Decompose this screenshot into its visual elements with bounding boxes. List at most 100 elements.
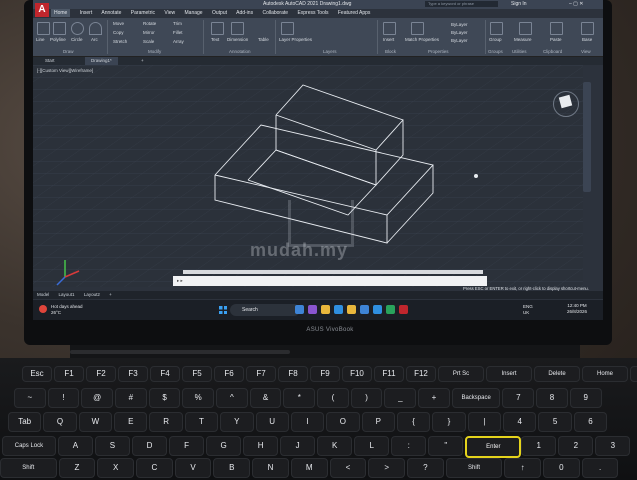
key-f5[interactable]: F5 — [182, 366, 212, 382]
key-home[interactable]: Home — [582, 366, 628, 382]
lineweight-select[interactable]: ByLayer — [451, 38, 468, 43]
key-3[interactable]: 3 — [595, 436, 631, 456]
utilities-group-label[interactable]: Utilities — [512, 49, 527, 54]
key-u[interactable]: U — [255, 412, 289, 432]
layer-properties-icon[interactable] — [281, 22, 294, 35]
key-symbol[interactable]: @ — [81, 388, 114, 408]
key-z[interactable]: Z — [58, 458, 96, 478]
key-shift[interactable]: Shift — [0, 458, 57, 478]
key-s[interactable]: S — [94, 436, 130, 456]
key-y[interactable]: Y — [220, 412, 254, 432]
key-f7[interactable]: F7 — [246, 366, 276, 382]
add-layout-button[interactable]: + — [109, 292, 112, 297]
store-icon[interactable] — [360, 305, 369, 314]
task-view-icon[interactable] — [295, 305, 304, 314]
key-symbol[interactable]: : — [391, 436, 427, 456]
modify-group-label[interactable]: Modify — [148, 49, 161, 54]
tab-featured-apps[interactable]: Featured Apps — [338, 10, 371, 16]
key-q[interactable]: Q — [43, 412, 77, 432]
key-end[interactable]: End — [630, 366, 637, 382]
insert-tool-label[interactable]: Insert — [383, 37, 394, 42]
scale-tool[interactable]: Scale — [143, 39, 154, 44]
tab-parametric[interactable]: Parametric — [131, 10, 155, 16]
key-symbol[interactable]: & — [249, 388, 282, 408]
key-tab[interactable]: Tab — [8, 412, 42, 432]
key-w[interactable]: W — [78, 412, 113, 432]
key-f8[interactable]: F8 — [278, 366, 308, 382]
taskbar-search[interactable]: Search — [230, 304, 300, 316]
tab-express-tools[interactable]: Express Tools — [297, 10, 328, 16]
key-d[interactable]: D — [132, 436, 168, 456]
key-delete[interactable]: Delete — [534, 366, 580, 382]
key-f11[interactable]: F11 — [374, 366, 404, 382]
line-icon[interactable] — [37, 22, 50, 35]
key-f[interactable]: F — [169, 436, 205, 456]
match-properties-label[interactable]: Match Properties — [405, 37, 439, 42]
key-symbol[interactable]: # — [115, 388, 147, 408]
rotate-tool[interactable]: Rotate — [143, 21, 156, 26]
tab-home[interactable]: Home — [51, 9, 71, 17]
navigation-bar[interactable] — [583, 82, 591, 192]
new-tab-button[interactable]: + — [135, 57, 150, 65]
key-symbol[interactable]: ~ — [14, 388, 46, 408]
linetype-select[interactable]: ByLayer — [451, 30, 468, 35]
clipboard-group-label[interactable]: Clipboard — [543, 49, 562, 54]
base-view-icon[interactable] — [581, 22, 594, 35]
group-icon[interactable] — [490, 22, 503, 35]
text-icon[interactable] — [211, 22, 224, 35]
viewcube[interactable] — [553, 91, 579, 117]
text-tool-label[interactable]: Text — [211, 37, 219, 42]
layers-group-label[interactable]: Layers — [323, 49, 337, 54]
fillet-tool[interactable]: Fillet — [173, 30, 183, 35]
key-symbol[interactable]: . — [581, 458, 619, 478]
tab-layout2[interactable]: Layout2 — [84, 292, 100, 297]
key-i[interactable]: I — [290, 412, 325, 432]
key-f6[interactable]: F6 — [214, 366, 244, 382]
key-symbol[interactable]: ? — [407, 458, 444, 478]
teams-icon[interactable] — [308, 305, 317, 314]
key-b[interactable]: B — [213, 458, 251, 478]
key-j[interactable]: J — [280, 436, 316, 456]
key-f12[interactable]: F12 — [406, 366, 436, 382]
table-tool-label[interactable]: Table — [258, 37, 269, 42]
viewport-controls-label[interactable]: [-][Custom View][Wireframe] — [37, 68, 93, 73]
key-m[interactable]: M — [290, 458, 328, 478]
key-f10[interactable]: F10 — [342, 366, 372, 382]
key-symbol[interactable]: " — [428, 436, 464, 456]
tab-add-ins[interactable]: Add-ins — [236, 10, 253, 16]
viewcube-icon[interactable] — [558, 94, 573, 109]
line-tool-label[interactable]: Line — [36, 37, 45, 42]
key-symbol[interactable]: | — [467, 412, 502, 432]
key-0[interactable]: 0 — [543, 458, 580, 478]
arc-tool-label[interactable]: Arc — [91, 37, 98, 42]
tab-start[interactable]: Start — [39, 57, 61, 65]
draw-group-label[interactable]: Draw — [63, 49, 74, 54]
dimension-icon[interactable] — [231, 22, 244, 35]
autocad-logo-icon[interactable]: A — [35, 3, 49, 17]
key-symbol[interactable]: % — [182, 388, 215, 408]
stretch-tool[interactable]: Stretch — [113, 39, 127, 44]
weather-icon[interactable] — [39, 305, 47, 313]
key-symbol[interactable]: * — [283, 388, 316, 408]
key-esc[interactable]: Esc — [22, 366, 52, 382]
block-group-label[interactable]: Block — [385, 49, 396, 54]
sign-in-button[interactable]: Sign In — [511, 0, 527, 9]
taskbar-clock[interactable]: 12:40 PM 26/8/2026 — [567, 303, 587, 315]
key-5[interactable]: 5 — [538, 412, 572, 432]
group-tool-label[interactable]: Group — [489, 37, 502, 42]
window-controls[interactable]: – ▢ ✕ — [569, 0, 583, 9]
key-g[interactable]: G — [206, 436, 242, 456]
key-symbol[interactable]: { — [396, 412, 431, 432]
key-enter[interactable]: Enter — [465, 436, 522, 458]
polyline-icon[interactable] — [53, 22, 66, 35]
mirror-tool[interactable]: Mirror — [143, 30, 155, 35]
key-symbol[interactable]: ) — [350, 388, 383, 408]
paste-icon[interactable] — [550, 22, 563, 35]
match-properties-icon[interactable] — [411, 22, 424, 35]
trim-tool[interactable]: Trim — [173, 21, 182, 26]
key-symbol[interactable]: ( — [317, 388, 349, 408]
tab-view[interactable]: View — [164, 10, 175, 16]
key-7[interactable]: 7 — [502, 388, 535, 408]
key-insert[interactable]: Insert — [486, 366, 532, 382]
key-symbol[interactable]: ! — [47, 388, 80, 408]
